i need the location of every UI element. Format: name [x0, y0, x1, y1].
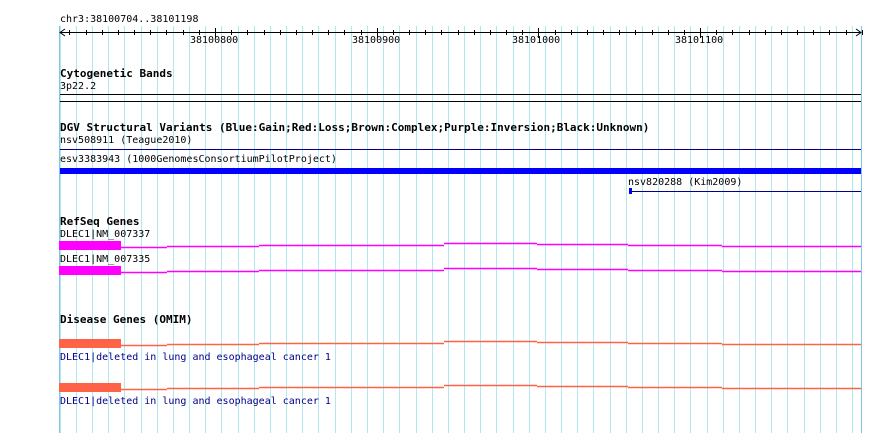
track-title-cytoband: Cytogenetic Bands [60, 67, 173, 80]
omim-feature-label[interactable]: DLEC1|deleted in lung and esophageal can… [60, 396, 331, 408]
ruler-location: chr3:38100704..38101198 [60, 14, 199, 25]
dgv-feature-label[interactable]: nsv820288 (Kim2009) [628, 177, 742, 189]
ruler-tick-label: 38100900 [352, 35, 401, 46]
ruler-tick-label: 38101000 [512, 35, 561, 46]
track-title-dgv: DGV Structural Variants (Blue:Gain;Red:L… [60, 121, 650, 134]
ruler-tick-label: 38100800 [190, 35, 239, 46]
track-title-omim: Disease Genes (OMIM) [60, 313, 193, 326]
omim-feature-label[interactable]: DLEC1|deleted in lung and esophageal can… [60, 352, 331, 364]
dgv-feature-label[interactable]: esv3383943 (1000GenomesConsortiumPilotPr… [60, 154, 337, 166]
refseq-gene-exon [59, 266, 121, 275]
track-title-refseq: RefSeq Genes [60, 215, 140, 228]
omim-gene-exon [59, 339, 121, 348]
ruler-tick-label: 38101100 [675, 35, 724, 46]
refseq-gene-exon [59, 241, 121, 250]
dgv-feature-label[interactable]: nsv508911 (Teague2010) [60, 135, 192, 147]
cytoband-label[interactable]: 3p22.2 [60, 81, 96, 93]
omim-gene-exon [59, 383, 121, 392]
dgv-feature-esv3383943 [60, 168, 861, 174]
genome-browser-view: chr3:38100704..38101198 38100800 3810090… [0, 0, 890, 433]
refseq-feature-label[interactable]: DLEC1|NM_007335 [60, 254, 150, 266]
refseq-feature-label[interactable]: DLEC1|NM_007337 [60, 229, 150, 241]
